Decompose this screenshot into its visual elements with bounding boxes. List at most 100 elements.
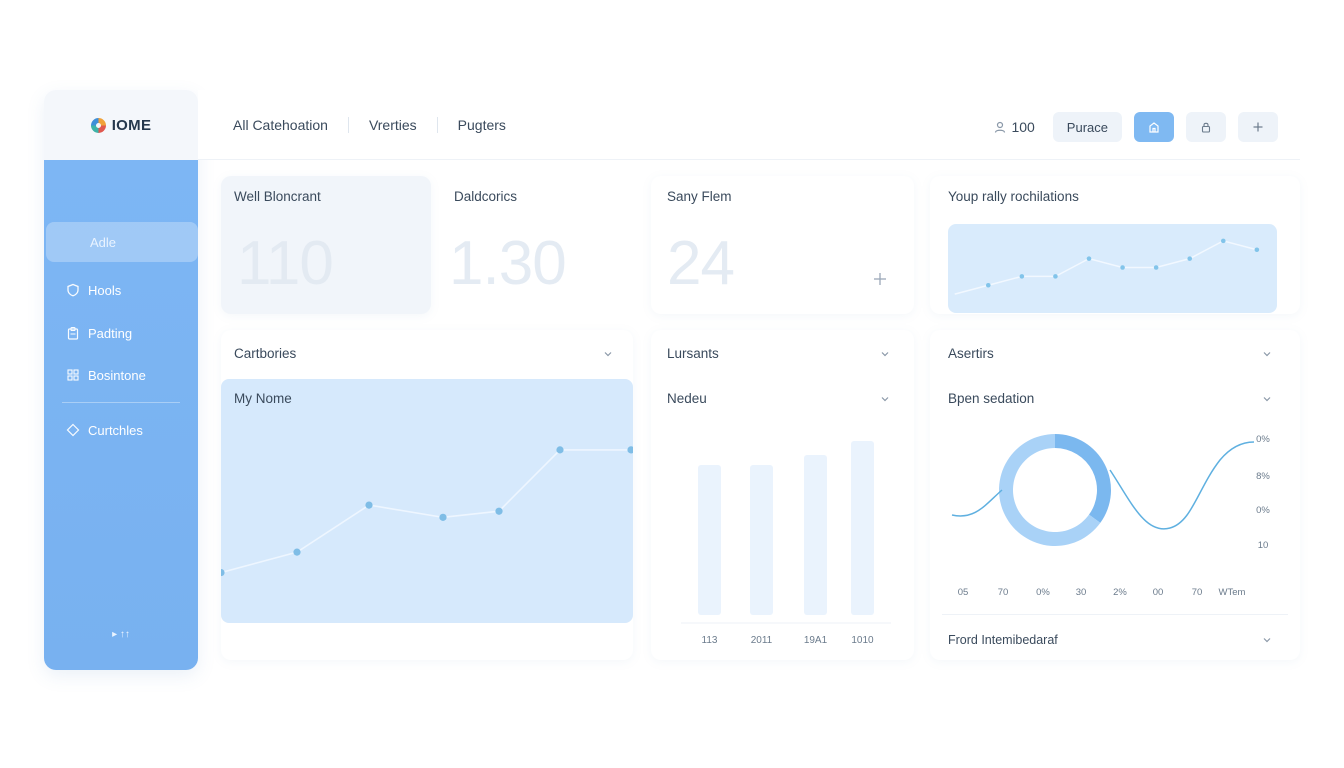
sidebar-item-hools[interactable]: Hools	[44, 270, 198, 310]
data-point	[1120, 265, 1125, 270]
sidebar-item-label: Curtchles	[88, 422, 143, 438]
x-tick-label: 30	[1076, 587, 1087, 598]
chevron-down-icon[interactable]	[603, 349, 613, 359]
bar-chart: 113 2011 19A1 1010	[681, 441, 891, 646]
data-point	[439, 513, 447, 521]
sidebar-item-adle[interactable]: Adle	[46, 222, 198, 262]
x-tick-label: 00	[1153, 587, 1164, 598]
user-count-value: 100	[1011, 119, 1035, 135]
filter-sub-label[interactable]: Bpen sedation	[948, 391, 1034, 406]
sidebar-item-bosintone[interactable]: Bosintone	[44, 355, 198, 395]
sidebar: IOME Adle Hools Padting Bosintone Curtch…	[44, 90, 198, 670]
data-point	[1153, 265, 1159, 270]
data-point	[1086, 256, 1092, 261]
nav-pugters[interactable]: Pugters	[438, 117, 526, 133]
sidebar-footer[interactable]: ▸ ↑↑	[44, 629, 198, 640]
line-chart-panel: My Nome	[221, 379, 633, 623]
user-icon	[995, 121, 1006, 133]
sidebar-item-label: Adle	[90, 234, 117, 250]
stat-value: 110	[237, 229, 334, 298]
dashboard-app: IOME Adle Hools Padting Bosintone Curtch…	[44, 90, 1300, 672]
x-tick-label: 2%	[1113, 587, 1127, 598]
purchase-button[interactable]: Purace	[1052, 112, 1122, 142]
grid-icon	[67, 369, 79, 381]
sidebar-item-padting[interactable]: Padting	[44, 313, 198, 353]
stat-title: Sany Flem	[667, 189, 732, 204]
top-actions: 100 Purace	[994, 112, 1278, 142]
main-line-chart	[221, 446, 633, 577]
logo-text: IOME	[111, 116, 152, 134]
home-button[interactable]	[1134, 112, 1174, 142]
insights-title: Youp rally rochilations	[948, 189, 1079, 204]
y-tick-label: 8%	[1256, 471, 1270, 482]
plus-icon	[1253, 122, 1263, 132]
data-point	[1053, 274, 1058, 279]
data-point	[1019, 274, 1025, 279]
divider	[942, 614, 1288, 615]
x-tick-label: 70	[998, 587, 1009, 598]
data-point	[1187, 256, 1193, 261]
stat-value: 24	[667, 229, 735, 298]
filter-label[interactable]: Lursants	[667, 346, 719, 361]
series-line	[221, 449, 631, 574]
clipboard-icon	[67, 326, 79, 340]
stat-value: 1.30	[449, 229, 567, 298]
sidebar-item-curtchles[interactable]: Curtchles	[44, 410, 198, 450]
stat-title: Daldcorics	[454, 189, 518, 204]
data-point	[1220, 238, 1226, 244]
data-point	[556, 446, 564, 454]
chevron-down-icon[interactable]	[880, 394, 890, 404]
stat-card-sany-flem[interactable]: Sany Flem 24	[651, 176, 914, 314]
chevron-down-icon[interactable]	[1262, 394, 1272, 404]
data-point	[221, 568, 225, 577]
lock-button[interactable]	[1186, 112, 1226, 142]
x-tick-label: 05	[958, 587, 969, 598]
insights-panel	[948, 224, 1277, 313]
filter-label[interactable]: Asertirs	[948, 346, 994, 361]
x-tick-label: 2011	[751, 635, 773, 646]
stat-card-daldcorics[interactable]: Daldcorics 1.30	[441, 176, 633, 314]
data-point	[627, 446, 633, 454]
y-tick-label: 0%	[1256, 505, 1270, 516]
donut-wave-chart: 05 70 0% 30 2% 00 70 WTem 0% 8% 0% 10	[951, 434, 1270, 598]
insights-line-chart	[954, 238, 1260, 295]
x-tick-label: 70	[1192, 587, 1203, 598]
bar	[804, 455, 827, 615]
lock-icon	[1201, 122, 1211, 133]
tag-icon	[66, 423, 80, 437]
data-point	[495, 507, 503, 515]
y-tick-label: 0%	[1256, 434, 1270, 445]
x-tick-label: 113	[702, 635, 718, 646]
sidebar-item-label: Padting	[88, 325, 133, 341]
pie-slice	[1055, 434, 1111, 523]
filter-sub-label[interactable]: Nedeu	[667, 391, 707, 406]
bar	[851, 441, 874, 615]
sidebar-logo[interactable]: IOME	[44, 90, 198, 160]
bar	[698, 465, 721, 615]
chevron-down-icon[interactable]	[880, 349, 890, 359]
nav-all-catehoation[interactable]: All Catehoation	[233, 117, 348, 133]
logo-icon	[90, 117, 106, 133]
chart-card-right: Asertirs Bpen sedation 05 70 0% 30 2% 00 70 WTe…	[930, 330, 1300, 660]
x-tick-label: 19A1	[804, 635, 828, 646]
data-point	[1254, 247, 1260, 253]
top-nav: All Catehoation Vrerties Pugters	[233, 116, 526, 133]
filter-label[interactable]: Frord Intemibedaraf	[948, 633, 1058, 647]
plus-icon[interactable]	[873, 272, 887, 286]
stat-title: Well Bloncrant	[234, 189, 321, 204]
x-tick-label: 0%	[1036, 587, 1050, 598]
chevron-down-icon[interactable]	[1262, 349, 1272, 359]
sidebar-nav: Adle Hools Padting Bosintone Curtchles ▸…	[44, 160, 198, 670]
shield-icon	[67, 283, 79, 297]
filter-label[interactable]: Cartbories	[234, 346, 296, 361]
user-count[interactable]: 100	[994, 119, 1035, 135]
top-bar: All Catehoation Vrerties Pugters 100 Pur…	[198, 90, 1300, 160]
chart-card-left: Cartbories My Nome	[221, 330, 633, 660]
sidebar-divider	[62, 402, 180, 403]
x-tick-label: 1010	[851, 635, 874, 646]
chevron-down-icon[interactable]	[1262, 635, 1272, 645]
y-tick-label: 10	[1258, 540, 1269, 551]
nav-vrerties[interactable]: Vrerties	[349, 117, 437, 133]
add-button[interactable]	[1238, 112, 1278, 142]
stat-card-well-bloncrant[interactable]: Well Bloncrant 110	[221, 176, 431, 314]
